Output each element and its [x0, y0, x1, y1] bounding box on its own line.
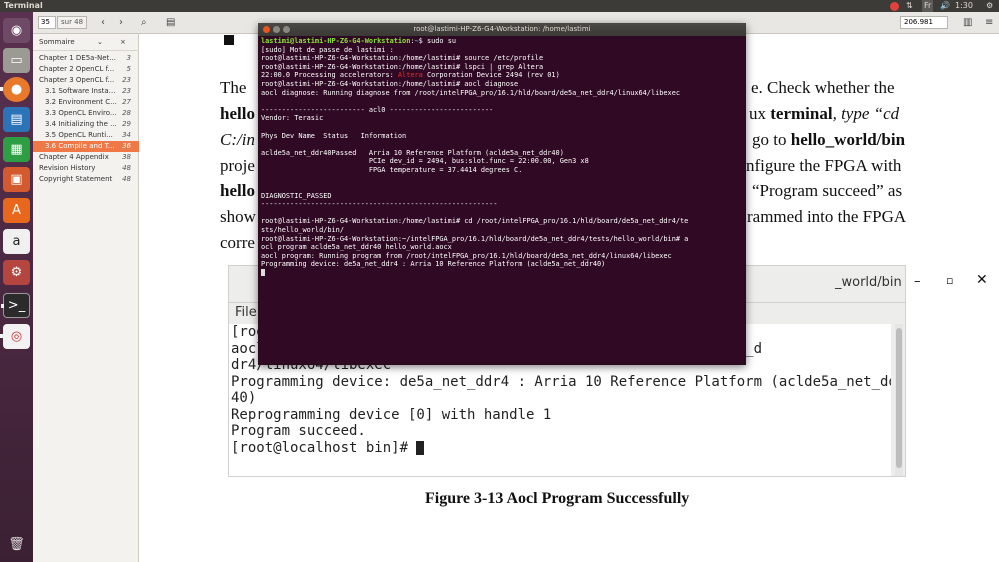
- maximize-window-icon[interactable]: [283, 26, 290, 33]
- doc-line-left: proje: [220, 156, 255, 175]
- figure-minimize-icon: –: [914, 274, 921, 289]
- terminal-cursor: [261, 269, 265, 277]
- doc-line-left: hello: [220, 104, 255, 123]
- close-window-icon[interactable]: [263, 26, 270, 33]
- annotations-icon[interactable]: ▤: [166, 15, 175, 30]
- network-icon[interactable]: ⇅: [906, 0, 913, 12]
- doc-line-right: “Program succeed” as: [752, 181, 903, 200]
- next-page-icon[interactable]: ›: [119, 15, 123, 30]
- outline-item[interactable]: Revision History 48: [33, 163, 139, 174]
- outline-item-selected[interactable]: 3.6 Compile and Te... 36: [33, 141, 139, 152]
- figure-menu-file: File: [235, 305, 257, 320]
- calc-icon[interactable]: ▦: [3, 137, 30, 162]
- figure-window-title: _world/bin: [835, 275, 902, 290]
- trash-icon[interactable]: 🗑: [3, 532, 30, 557]
- chevron-down-icon[interactable]: ⌄: [97, 38, 103, 46]
- zoom-input[interactable]: 206.981: [900, 16, 948, 29]
- shutdown-indicator-icon[interactable]: [890, 2, 899, 11]
- outline-item[interactable]: 3.2 Environment C... 27: [33, 97, 139, 108]
- menu-icon[interactable]: ≡: [985, 15, 993, 30]
- sidebar-header: Sommaire ⌄ ×: [33, 34, 139, 51]
- impress-icon[interactable]: ▣: [3, 167, 30, 192]
- top-panel: Terminal ⇅ Fr 🔊 1:30 ⚙: [0, 0, 999, 12]
- figure-caption: Figure 3-13 Aocl Program Successfully: [425, 490, 690, 507]
- doc-line-right: nfigure the FPGA with: [746, 156, 902, 175]
- active-app-title: Terminal: [4, 1, 43, 10]
- files-icon[interactable]: ▭: [3, 48, 30, 73]
- amazon-icon[interactable]: a: [3, 229, 30, 254]
- firefox-icon[interactable]: ●: [0, 77, 30, 102]
- terminal-window[interactable]: root@lastimi-HP-Z6-G4-Workstation: /home…: [258, 23, 746, 365]
- doc-line-right: e. Check whether the: [751, 78, 895, 97]
- figure-cursor: [416, 440, 425, 455]
- outline-sidebar: Sommaire ⌄ × Chapter 1 DE5a-Net... 3 Chap…: [33, 34, 139, 562]
- terminal-output[interactable]: lastimi@lastimi-HP-Z6-G4-Workstation:~$ …: [260, 37, 744, 363]
- screenshot-app-icon[interactable]: ◎: [0, 324, 30, 349]
- clock[interactable]: 1:30: [955, 0, 973, 12]
- outline-item[interactable]: Chapter 3 OpenCL f... 23: [33, 75, 139, 86]
- terminal-icon[interactable]: >_: [1, 293, 30, 318]
- figure-scrollbar: [895, 324, 903, 476]
- figure-maximize-icon: ▫: [946, 274, 954, 287]
- system-settings-icon[interactable]: ⚙: [3, 260, 30, 285]
- outline-item[interactable]: Chapter 2 OpenCL f... 5: [33, 64, 139, 75]
- minimize-window-icon[interactable]: [273, 26, 280, 33]
- settings-gear-icon[interactable]: ⚙: [986, 0, 993, 12]
- page-number-input[interactable]: 35: [38, 16, 56, 29]
- unity-launcher: ◉ ▭ ● ▤ ▦ ▣ A a ⚙ >_ ◎ 🗑: [0, 12, 33, 562]
- terminal-title: root@lastimi-HP-Z6-G4-Workstation: /home…: [413, 25, 591, 33]
- outline-item[interactable]: 3.3 OpenCL Enviro... 28: [33, 108, 139, 119]
- ubuntu-software-icon[interactable]: A: [3, 198, 30, 223]
- doc-line-right: rammed into the FPGA: [747, 207, 907, 226]
- sidebar-mode-selector[interactable]: Sommaire: [39, 38, 75, 46]
- bullet-marker: [224, 35, 234, 45]
- outline-item[interactable]: 3.1 Software Instal... 23: [33, 86, 139, 97]
- doc-line-left: C:/in: [220, 130, 255, 149]
- terminal-titlebar[interactable]: root@lastimi-HP-Z6-G4-Workstation: /home…: [258, 23, 746, 36]
- print-icon[interactable]: ▥: [963, 15, 972, 30]
- outline-item[interactable]: Chapter 1 DE5a-Net... 3: [33, 53, 139, 64]
- outline-item[interactable]: 3.5 OpenCL Runti... 34: [33, 130, 139, 141]
- volume-icon[interactable]: 🔊: [940, 0, 950, 12]
- outline-item[interactable]: Chapter 4 Appendix 38: [33, 152, 139, 163]
- close-icon[interactable]: ×: [120, 38, 126, 46]
- outline-item[interactable]: 3.4 Initializing the ... 29: [33, 119, 139, 130]
- writer-icon[interactable]: ▤: [3, 107, 30, 132]
- doc-line-left: corre: [220, 233, 255, 252]
- doc-line-left: The: [220, 78, 247, 97]
- figure-close-icon: ✕: [976, 272, 988, 288]
- outline-item[interactable]: Copyright Statement 48: [33, 174, 139, 185]
- previous-page-icon[interactable]: ‹: [101, 15, 105, 30]
- doc-line-right: ux terminal, type “cd: [749, 104, 900, 123]
- search-icon[interactable]: ⌕: [141, 15, 147, 30]
- page-count-label: sur 48: [57, 16, 87, 29]
- doc-line-left: hello: [220, 181, 255, 200]
- keyboard-layout-indicator[interactable]: Fr: [922, 0, 934, 12]
- doc-line-right: go to hello_world/bin: [752, 130, 906, 149]
- ubuntu-dash-icon[interactable]: ◉: [3, 18, 30, 43]
- doc-line-left: show: [220, 207, 256, 226]
